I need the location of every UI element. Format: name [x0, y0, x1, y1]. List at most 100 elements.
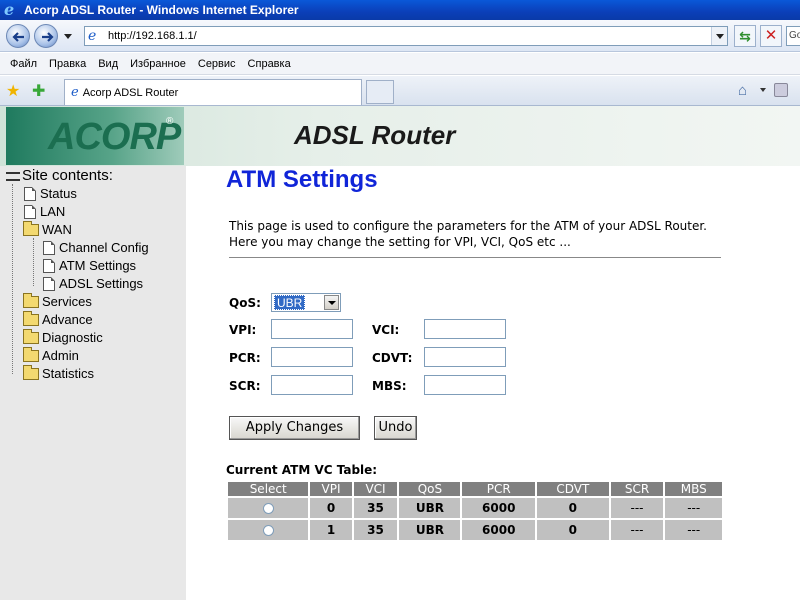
column-header-mbs: MBS: [665, 482, 722, 498]
sidebar-item-label: LAN: [40, 204, 66, 219]
pcr-input[interactable]: [271, 347, 353, 367]
address-url[interactable]: http://192.168.1.1/: [108, 30, 197, 42]
page-title: ATM Settings: [226, 166, 378, 193]
ie-logo-icon: e: [4, 0, 15, 19]
cell-scr: ---: [610, 498, 664, 520]
sidebar-item-label: WAN: [42, 222, 72, 237]
refresh-button[interactable]: ⇆: [734, 25, 756, 47]
table-header-row: Select VPI VCI QoS PCR CDVT SCR MBS: [228, 482, 722, 498]
menu-edit[interactable]: Правка: [43, 58, 92, 70]
acorp-logo: ACORP: [48, 116, 181, 158]
window-title: Acorp ADSL Router - Windows Internet Exp…: [24, 3, 299, 17]
logo-registered-mark: ®: [166, 116, 174, 127]
folder-icon: [23, 328, 39, 344]
sidebar-item-label: Services: [42, 294, 92, 309]
tree-root-icon: [6, 171, 20, 181]
column-header-select: Select: [228, 482, 309, 498]
vci-input[interactable]: [424, 319, 506, 339]
document-icon: [43, 240, 55, 255]
add-favorite-icon[interactable]: ✚: [32, 81, 45, 101]
new-tab-button[interactable]: [366, 80, 394, 104]
column-header-scr: SCR: [610, 482, 664, 498]
folder-icon: [23, 346, 39, 362]
sidebar-item-atm-settings[interactable]: ATM Settings: [43, 258, 136, 273]
address-dropdown-icon[interactable]: [711, 27, 727, 45]
sidebar-item-services[interactable]: Services: [23, 292, 92, 309]
tree-line: [33, 238, 34, 286]
sidebar-item-label: Channel Config: [59, 240, 149, 255]
tab-acorp[interactable]: e Acorp ADSL Router: [64, 79, 362, 105]
back-button[interactable]: [6, 24, 30, 48]
sidebar-item-label: Status: [40, 186, 77, 201]
sidebar-item-admin[interactable]: Admin: [23, 346, 79, 363]
sidebar-item-advance[interactable]: Advance: [23, 310, 93, 327]
menu-view[interactable]: Вид: [92, 58, 124, 70]
document-icon: [43, 258, 55, 273]
sidebar-item-lan[interactable]: LAN: [24, 204, 65, 219]
menu-file[interactable]: Файл: [4, 58, 43, 70]
row-select-radio[interactable]: [262, 503, 274, 514]
scr-input[interactable]: [271, 375, 353, 395]
history-dropdown-icon[interactable]: [64, 32, 72, 40]
sidebar-item-wan[interactable]: WAN: [23, 220, 72, 237]
vpi-input[interactable]: [271, 319, 353, 339]
row-select-cell: [228, 520, 309, 542]
forward-arrow-icon: [42, 32, 54, 42]
menu-tools[interactable]: Сервис: [192, 58, 242, 70]
favorites-star-icon[interactable]: ★: [6, 81, 20, 101]
search-input[interactable]: Go: [786, 26, 800, 46]
vc-table: Select VPI VCI QoS PCR CDVT SCR MBS 0 35…: [226, 482, 724, 542]
sidebar-item-statistics[interactable]: Statistics: [23, 364, 94, 381]
row-select-cell: [228, 498, 309, 520]
mbs-input[interactable]: [424, 375, 506, 395]
cdvt-input[interactable]: [424, 347, 506, 367]
forward-button[interactable]: [34, 24, 58, 48]
scr-label: SCR:: [229, 379, 261, 393]
sidebar-item-diagnostic[interactable]: Diagnostic: [23, 328, 103, 345]
sidebar-item-status[interactable]: Status: [24, 186, 77, 201]
sidebar-root-label: Site contents:: [22, 167, 113, 184]
cell-pcr: 6000: [462, 498, 536, 520]
sidebar-item-label: Diagnostic: [42, 330, 103, 345]
vci-label: VCI:: [372, 323, 400, 337]
qos-label: QoS:: [229, 296, 261, 310]
folder-icon: [23, 292, 39, 308]
cdvt-label: CDVT:: [372, 351, 413, 365]
vpi-label: VPI:: [229, 323, 257, 337]
page-description: This page is used to configure the param…: [229, 219, 707, 249]
banner-title: ADSL Router: [294, 120, 456, 150]
menu-bar: Файл Правка Вид Избранное Сервис Справка: [0, 53, 800, 75]
stop-button[interactable]: ✕: [760, 25, 782, 47]
sidebar-item-label: ATM Settings: [59, 258, 137, 273]
cell-vci: 35: [353, 498, 398, 520]
rss-feed-icon[interactable]: [774, 83, 788, 97]
qos-select[interactable]: UBR: [271, 293, 341, 312]
sidebar-item-adsl-settings[interactable]: ADSL Settings: [43, 276, 143, 291]
chevron-down-icon[interactable]: [324, 295, 339, 310]
sidebar-item-label: Admin: [42, 348, 79, 363]
cell-vpi: 1: [310, 520, 352, 542]
column-header-qos: QoS: [399, 482, 461, 498]
cell-qos: UBR: [399, 498, 461, 520]
apply-changes-button[interactable]: Apply Changes: [229, 416, 360, 440]
window-titlebar: e Acorp ADSL Router - Windows Internet E…: [0, 0, 800, 20]
menu-help[interactable]: Справка: [242, 58, 297, 70]
qos-selected-value: UBR: [274, 295, 306, 310]
document-icon: [24, 186, 36, 201]
home-icon[interactable]: ⌂: [738, 82, 747, 99]
table-row: 0 35 UBR 6000 0 --- ---: [228, 498, 722, 520]
tab-bar: ★ ✚ e Acorp ADSL Router ⌂: [0, 76, 800, 106]
cell-pcr: 6000: [462, 520, 536, 542]
menu-favorites[interactable]: Избранное: [124, 58, 192, 70]
sidebar-item-channel-config[interactable]: Channel Config: [43, 240, 149, 255]
mbs-label: MBS:: [372, 379, 407, 393]
document-icon: [24, 204, 36, 219]
row-select-radio[interactable]: [262, 525, 274, 536]
table-row: 1 35 UBR 6000 0 --- ---: [228, 520, 722, 542]
undo-button[interactable]: Undo: [374, 416, 417, 440]
sidebar-item-label: Advance: [42, 312, 93, 327]
home-dropdown-icon[interactable]: [760, 88, 766, 92]
column-header-vci: VCI: [353, 482, 398, 498]
folder-open-icon: [23, 220, 39, 236]
address-bar[interactable]: e http://192.168.1.1/: [84, 26, 728, 46]
